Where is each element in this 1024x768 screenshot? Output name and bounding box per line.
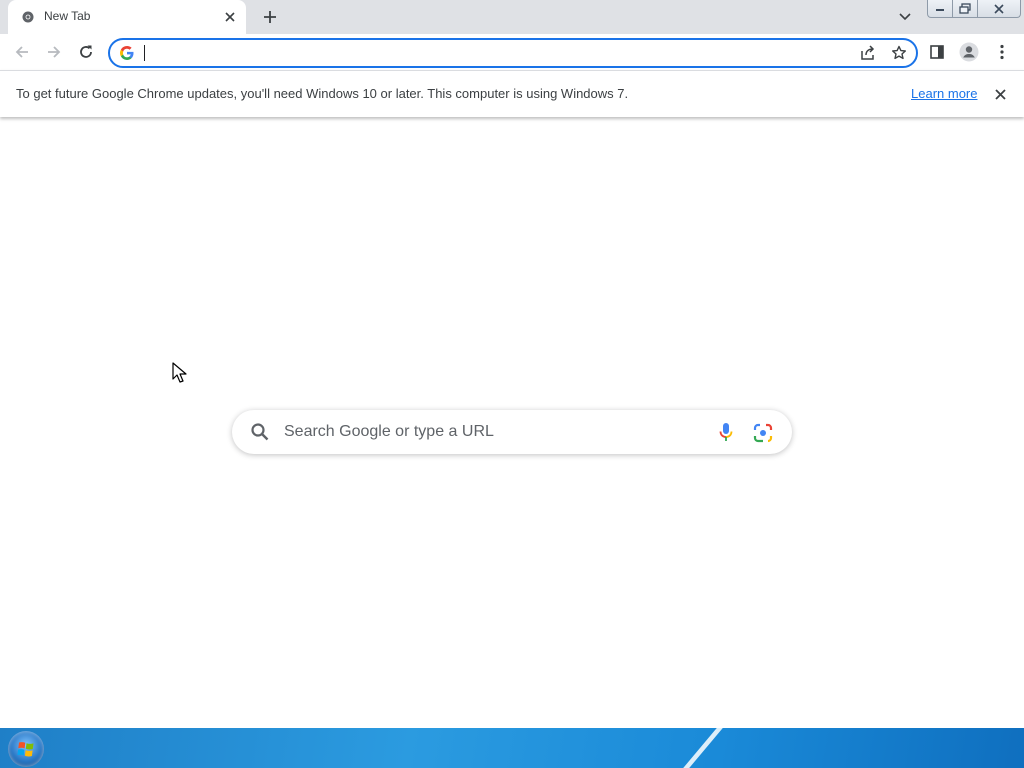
back-button[interactable] — [10, 40, 34, 64]
tab-new-tab[interactable]: New Tab — [8, 0, 246, 34]
infobar-close-button[interactable] — [990, 84, 1010, 104]
taskbar-decoration — [666, 728, 880, 768]
reload-icon — [80, 45, 92, 58]
side-panel-button[interactable] — [925, 40, 949, 64]
address-bar[interactable] — [108, 38, 918, 68]
restore-button[interactable] — [952, 0, 978, 18]
infobar-message: To get future Google Chrome updates, you… — [16, 86, 629, 101]
person-icon — [959, 42, 979, 62]
windows-logo-icon — [17, 742, 34, 757]
address-input[interactable] — [143, 43, 843, 63]
ntp-search-box[interactable]: Search Google or type a URL — [232, 410, 792, 454]
google-g-icon — [120, 46, 134, 60]
chevron-down-icon — [899, 13, 911, 21]
microphone-icon[interactable] — [716, 422, 736, 442]
toolbar — [0, 34, 1024, 70]
bookmark-button[interactable] — [889, 43, 909, 63]
menu-button[interactable] — [990, 40, 1014, 64]
mouse-cursor-icon — [172, 362, 187, 383]
reload-button[interactable] — [74, 40, 98, 64]
learn-more-link[interactable]: Learn more — [911, 86, 977, 101]
share-button[interactable] — [858, 43, 878, 63]
google-lens-icon[interactable] — [752, 422, 774, 444]
search-icon — [251, 423, 269, 441]
plus-icon — [264, 11, 276, 23]
restore-icon — [959, 3, 971, 14]
star-icon — [892, 45, 906, 60]
text-caret — [144, 45, 145, 61]
windows-taskbar — [0, 728, 1024, 768]
close-icon — [994, 88, 1006, 100]
kebab-menu-icon — [1000, 44, 1004, 60]
side-panel-icon — [930, 45, 944, 59]
share-icon — [861, 45, 875, 60]
minimize-button[interactable] — [927, 0, 953, 18]
arrow-left-icon — [15, 46, 28, 58]
forward-button[interactable] — [42, 40, 66, 64]
windows-start-orb-icon[interactable] — [8, 731, 44, 767]
ntp-search-placeholder: Search Google or type a URL — [284, 423, 494, 440]
new-tab-button[interactable] — [258, 5, 282, 29]
update-infobar: To get future Google Chrome updates, you… — [0, 70, 1024, 117]
chrome-icon — [22, 11, 34, 23]
tab-strip: New Tab — [0, 0, 1024, 34]
tab-close-button[interactable] — [220, 7, 240, 27]
arrow-right-icon — [48, 46, 61, 58]
profile-button[interactable] — [957, 40, 981, 64]
tab-title: New Tab — [44, 9, 91, 23]
tab-search-button[interactable] — [894, 6, 916, 28]
window-close-button[interactable] — [977, 0, 1021, 18]
close-icon — [225, 12, 235, 22]
close-icon — [994, 3, 1004, 14]
minimize-icon — [936, 8, 944, 11]
